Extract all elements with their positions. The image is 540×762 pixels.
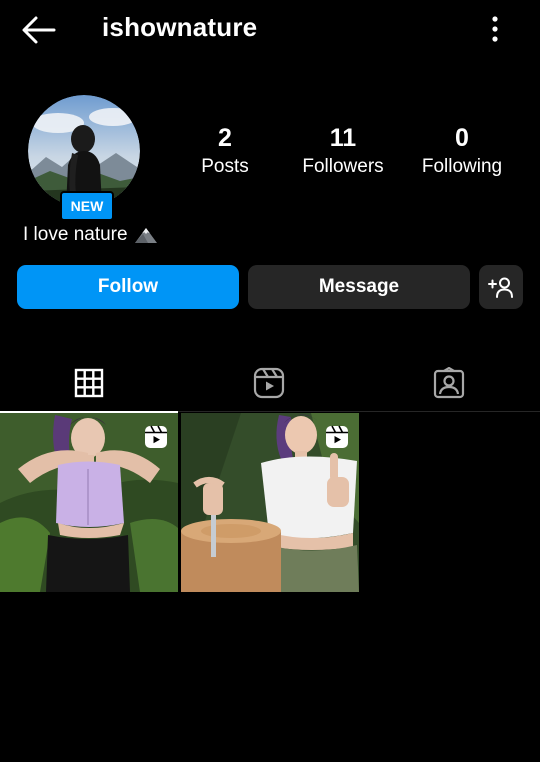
stat-following[interactable]: 0 Following — [410, 124, 514, 182]
following-count: 0 — [455, 124, 469, 152]
message-button-label: Message — [318, 276, 400, 297]
tab-posts-grid[interactable] — [0, 355, 178, 413]
top-bar: ishownature — [0, 0, 540, 58]
follow-button[interactable]: Follow — [17, 265, 239, 309]
stat-posts[interactable]: 2 Posts — [180, 124, 270, 182]
more-options-button[interactable] — [480, 14, 510, 44]
profile-bio: I love nature — [23, 224, 158, 246]
posts-count: 2 — [218, 124, 232, 152]
posts-label: Posts — [201, 156, 249, 177]
tab-reels[interactable] — [180, 355, 358, 411]
profile-tabs — [0, 355, 540, 413]
reel-icon — [326, 425, 348, 448]
more-vertical-icon — [492, 16, 498, 42]
follow-button-label: Follow — [97, 276, 159, 297]
following-label: Following — [421, 156, 503, 177]
suggested-users-button[interactable] — [479, 265, 523, 309]
tab-tagged[interactable] — [360, 355, 538, 411]
followers-count: 11 — [329, 124, 357, 152]
message-button[interactable]: Message — [248, 265, 470, 309]
add-user-icon — [488, 277, 513, 298]
mountain-icon — [134, 228, 157, 243]
reels-icon — [253, 367, 285, 399]
post-thumbnail[interactable] — [0, 413, 178, 592]
new-badge: NEW — [60, 191, 114, 221]
profile-username: ishownature — [102, 12, 258, 42]
post-thumbnail[interactable] — [181, 413, 359, 592]
bio-text: I love nature — [23, 224, 128, 245]
reel-icon — [145, 425, 167, 448]
followers-label: Followers — [302, 156, 384, 177]
arrow-left-icon — [22, 16, 56, 44]
grid-icon — [74, 368, 104, 398]
stat-followers[interactable]: 11 Followers — [288, 124, 398, 182]
tagged-icon — [433, 367, 465, 399]
back-button[interactable] — [18, 14, 58, 46]
